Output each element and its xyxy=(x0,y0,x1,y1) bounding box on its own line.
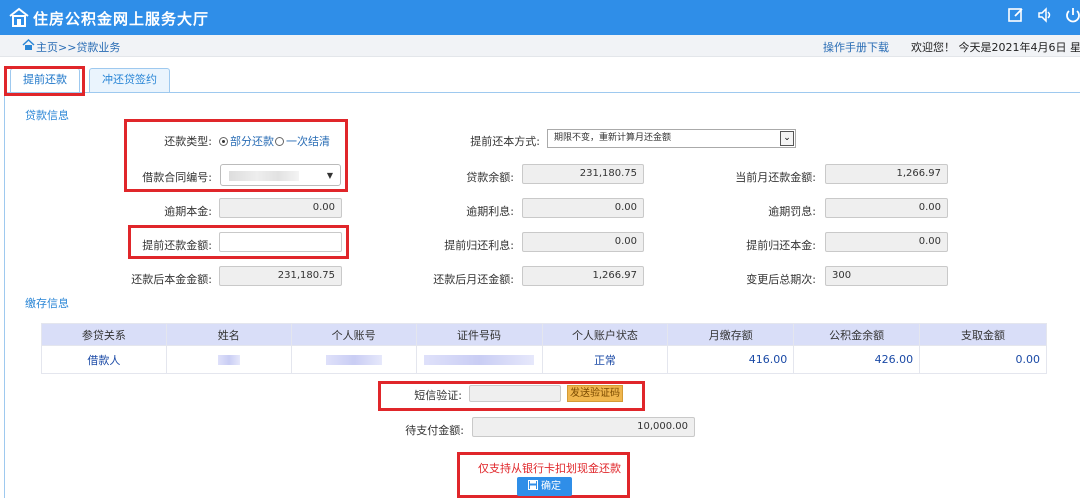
pending-amount-field: 10,000.00 xyxy=(472,417,695,437)
pending-amount-label: 待支付金额: xyxy=(405,424,464,437)
overdue-principal-label: 逾期本金: xyxy=(164,205,212,218)
home-logo-icon xyxy=(9,7,29,27)
save-icon xyxy=(528,480,538,490)
prepay-amount-label: 提前还款金额: xyxy=(142,239,212,252)
cell-monthly: 416.00 xyxy=(667,345,795,374)
overdue-penalty-label: 逾期罚息: xyxy=(768,205,816,218)
speaker-icon[interactable] xyxy=(1036,6,1054,24)
highlight-box-tab xyxy=(4,66,85,96)
app-title: 住房公积金网上服务大厅 xyxy=(33,10,210,28)
total-periods-field: 300 xyxy=(825,266,948,286)
repay-type-label: 还款类型: xyxy=(164,135,212,148)
prepay-principal-label: 提前归还本金: xyxy=(746,239,816,252)
prepay-method-select[interactable]: 期限不变，重新计算月还金额 ⌄ xyxy=(547,129,796,148)
edit-icon[interactable] xyxy=(1007,6,1025,24)
loan-balance-label: 贷款余额: xyxy=(466,171,514,184)
send-code-button[interactable]: 发送验证码 xyxy=(567,385,623,402)
home-icon[interactable] xyxy=(22,39,35,51)
contract-no-redacted xyxy=(229,171,299,181)
prepay-amount-input[interactable] xyxy=(219,232,342,252)
col-relation: 参贷关系 xyxy=(41,323,167,346)
dropdown-caret-icon: ▼ xyxy=(326,171,333,180)
cell-withdrawn: 0.00 xyxy=(919,345,1047,374)
deposit-info-title: 缴存信息 xyxy=(25,297,69,310)
col-account: 个人账号 xyxy=(290,323,417,346)
confirm-label: 确定 xyxy=(541,481,561,492)
breadcrumb[interactable]: 主页>>贷款业务 xyxy=(36,39,120,55)
col-monthly-deposit: 月缴存额 xyxy=(667,323,795,346)
table-row: 借款人 正常 416.00 426.00 0.00 xyxy=(41,345,1047,374)
breadcrumb-bar: 主页>>贷款业务 操作手册下载 欢迎您！ 今天是2021年4月6日 星期二 xyxy=(0,35,1080,57)
after-principal-label: 还款后本金金额: xyxy=(131,273,212,286)
welcome-text: 欢迎您！ 今天是2021年4月6日 星期二 xyxy=(911,41,1080,54)
prepay-principal-field: 0.00 xyxy=(825,232,948,252)
cell-relation: 借款人 xyxy=(41,345,167,374)
prepay-interest-label: 提前归还利息: xyxy=(444,239,514,252)
confirm-button[interactable]: 确定 xyxy=(517,477,572,496)
cell-status: 正常 xyxy=(541,345,669,374)
radio-full-settle[interactable]: 一次结清 xyxy=(275,133,330,149)
col-fund-balance: 公积金余额 xyxy=(793,323,921,346)
current-month-label: 当前月还款金额: xyxy=(735,171,816,184)
col-name: 姓名 xyxy=(165,323,292,346)
prepay-method-label: 提前还本方式: xyxy=(470,135,540,148)
overdue-interest-label: 逾期利息: xyxy=(466,205,514,218)
total-periods-label: 变更后总期次: xyxy=(746,273,816,286)
sms-code-input[interactable] xyxy=(469,385,561,402)
tab-divider xyxy=(4,92,1080,93)
cell-name-redacted xyxy=(165,345,292,374)
loan-info-title: 贷款信息 xyxy=(25,109,69,122)
bank-card-notice: 仅支持从银行卡扣划现金还款 xyxy=(478,462,621,475)
cell-id-redacted xyxy=(415,345,543,374)
radio-unselected-icon xyxy=(275,137,284,146)
prepay-method-value: 期限不变，重新计算月还金额 xyxy=(554,133,672,143)
sms-label: 短信验证: xyxy=(414,389,462,402)
panel-border xyxy=(4,92,5,498)
contract-no-select[interactable]: ▼ xyxy=(220,164,341,186)
deposit-table: 参贷关系 姓名 个人账号 证件号码 个人账户状态 月缴存额 公积金余额 支取金额… xyxy=(41,323,1047,374)
top-header: 住房公积金网上服务大厅 xyxy=(0,0,1080,35)
after-monthly-label: 还款后月还金额: xyxy=(433,273,514,286)
after-principal-field: 231,180.75 xyxy=(219,266,342,286)
radio-full-label: 一次结清 xyxy=(286,135,330,148)
radio-selected-icon xyxy=(219,137,228,146)
tab-offset-repayment[interactable]: 冲还贷签约 xyxy=(89,68,170,92)
current-month-field: 1,266.97 xyxy=(825,164,948,184)
chevron-down-icon[interactable]: ⌄ xyxy=(780,131,794,146)
overdue-principal-field: 0.00 xyxy=(219,198,342,218)
col-account-status: 个人账户状态 xyxy=(541,323,669,346)
prepay-interest-field: 0.00 xyxy=(522,232,644,252)
col-withdrawn: 支取金额 xyxy=(919,323,1047,346)
overdue-penalty-field: 0.00 xyxy=(825,198,948,218)
radio-partial-label: 部分还款 xyxy=(230,135,274,148)
contract-no-label: 借款合同编号: xyxy=(142,171,212,184)
after-monthly-field: 1,266.97 xyxy=(522,266,644,286)
cell-balance: 426.00 xyxy=(793,345,921,374)
loan-balance-field: 231,180.75 xyxy=(522,164,644,184)
table-header-row: 参贷关系 姓名 个人账号 证件号码 个人账户状态 月缴存额 公积金余额 支取金额 xyxy=(41,323,1047,346)
overdue-interest-field: 0.00 xyxy=(522,198,644,218)
manual-download-link[interactable]: 操作手册下载 xyxy=(823,39,889,55)
col-id-number: 证件号码 xyxy=(415,323,543,346)
cell-account-redacted xyxy=(290,345,417,374)
power-icon[interactable] xyxy=(1064,6,1080,24)
radio-partial-repay[interactable]: 部分还款 xyxy=(219,133,274,149)
